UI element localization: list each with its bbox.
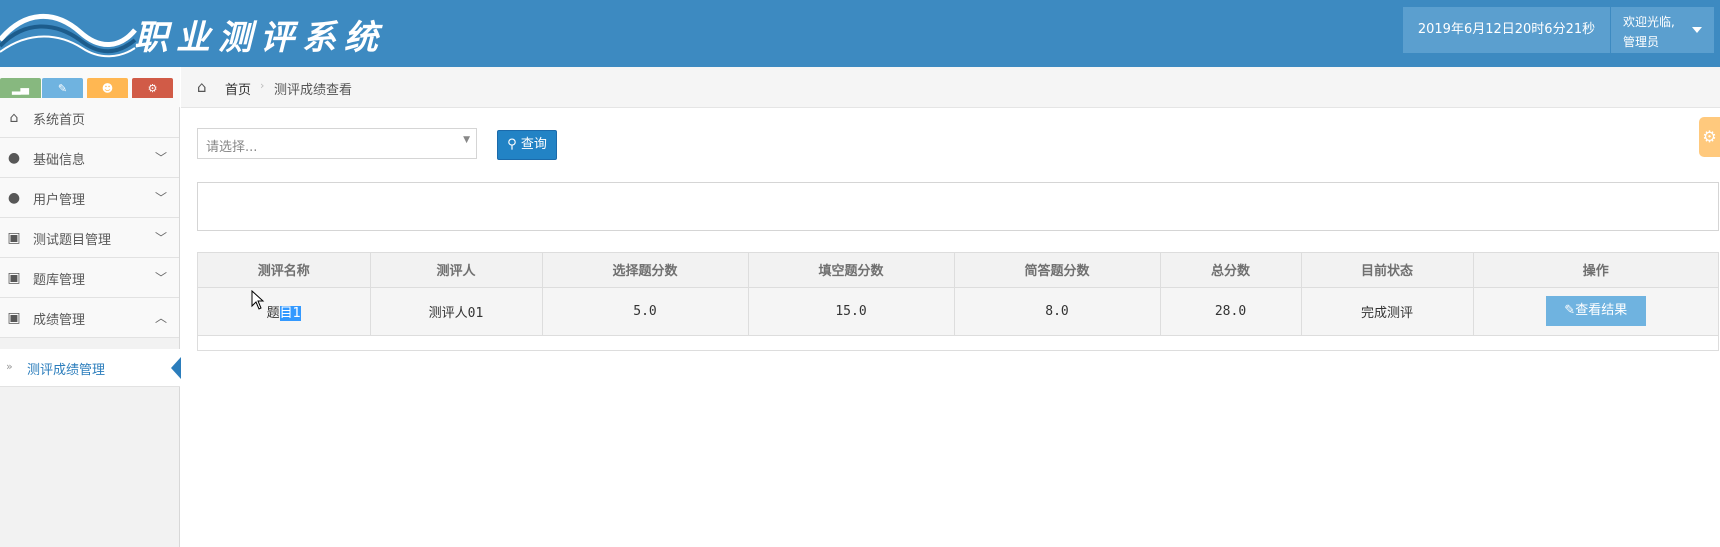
home-icon: ⌂ [9, 110, 19, 126]
cell-total-score: 28.0 [1160, 287, 1302, 336]
cell-person: 测评人01 [370, 287, 543, 336]
chevron-down-icon: ﹀ [154, 151, 167, 165]
mouse-cursor-icon [251, 290, 265, 310]
column-header: 测评名称 [198, 253, 371, 288]
edit-icon: ✎ [1564, 303, 1576, 318]
sidebar-item-basic-info[interactable]: ● 基础信息 ﹀ [0, 138, 179, 178]
column-header: 目前状态 [1301, 253, 1474, 288]
select-placeholder: 请选择... [206, 140, 258, 155]
user-icon: ● [7, 150, 21, 166]
breadcrumb: ⌂ 首页 › 测评成绩查看 [181, 67, 1720, 108]
sidebar-item-question-management[interactable]: ▣ 测试题目管理 ﹀ [0, 218, 179, 258]
column-header: 简答题分数 [954, 253, 1161, 288]
sidebar-item-home[interactable]: ⌂ 系统首页 [0, 98, 179, 138]
sidebar-subitem-assessment-scores[interactable]: » 测评成绩管理 [0, 349, 181, 387]
name-text-selected: 目1 [279, 305, 301, 321]
breadcrumb-current: 测评成绩查看 [274, 83, 353, 98]
table-header-row: 测评名称 测评人 选择题分数 填空题分数 简答题分数 总分数 目前状态 操作 [198, 253, 1718, 288]
chevron-down-icon: ﹀ [154, 191, 167, 205]
search-button-label: 查询 [520, 137, 547, 152]
empty-panel [197, 182, 1719, 231]
name-text: 题 [266, 305, 280, 321]
cell-choice-score: 5.0 [542, 287, 749, 336]
cogs-icon[interactable]: ⚙ [132, 78, 173, 100]
chevron-down-icon: ﹀ [154, 271, 167, 285]
settings-gear-icon[interactable]: ⚙ [1699, 117, 1720, 157]
sidebar-item-label: 系统首页 [33, 113, 86, 128]
cell-fill-score: 15.0 [748, 287, 955, 336]
cell-status: 完成测评 [1301, 287, 1474, 336]
wave-logo-icon [0, 13, 137, 58]
user-greeting: 欢迎光临, [1623, 15, 1675, 29]
sidebar-item-user-management[interactable]: ● 用户管理 ﹀ [0, 178, 179, 218]
search-icon: ⚲ [507, 137, 517, 152]
sidebar: ▂▄ ✎ ☻ ⚙ ⌂ 系统首页 ● 基础信息 ﹀ ● 用户管理 ﹀ ▣ 测试题目… [0, 67, 180, 547]
table-row: 题目1 测评人01 5.0 15.0 8.0 28.0 完成测评 ✎查看结果 [198, 287, 1718, 336]
search-button[interactable]: ⚲ 查询 [497, 130, 557, 160]
sidebar-item-label: 用户管理 [33, 193, 86, 208]
view-result-label: 查看结果 [1575, 303, 1628, 318]
user-icon: ● [7, 190, 21, 206]
cell-short-score: 8.0 [954, 287, 1161, 336]
pencil-icon[interactable]: ✎ [42, 78, 83, 100]
cell-action: ✎查看结果 [1473, 287, 1718, 336]
breadcrumb-home-link[interactable]: 首页 [225, 79, 251, 98]
column-header: 测评人 [370, 253, 543, 288]
sidebar-item-label: 题库管理 [33, 273, 86, 288]
column-header: 总分数 [1160, 253, 1302, 288]
chevron-down-icon: ﹀ [154, 231, 167, 245]
sidebar-item-score-management[interactable]: ▣ 成绩管理 ︿ [0, 298, 179, 338]
scores-table: 测评名称 测评人 选择题分数 填空题分数 简答题分数 总分数 目前状态 操作 题… [197, 252, 1719, 351]
picture-icon: ▣ [7, 230, 21, 246]
sidebar-item-label: 成绩管理 [33, 313, 86, 328]
sidebar-item-question-bank[interactable]: ▣ 题库管理 ﹀ [0, 258, 179, 298]
view-result-button[interactable]: ✎查看结果 [1545, 296, 1646, 326]
assessment-select[interactable]: 请选择... ▼ [197, 128, 477, 159]
users-icon[interactable]: ☻ [87, 78, 128, 100]
double-angle-right-icon: » [6, 360, 13, 373]
caret-down-icon [1692, 27, 1702, 33]
chevron-up-icon: ︿ [154, 311, 167, 325]
active-pointer-icon [171, 357, 181, 379]
app-title: 职业测评系统 [134, 18, 386, 58]
user-menu[interactable]: 欢迎光临, 管理员 [1611, 7, 1714, 53]
caret-down-icon: ▼ [463, 135, 470, 145]
column-header: 操作 [1473, 253, 1718, 288]
sidebar-item-label: 基础信息 [33, 153, 86, 168]
picture-icon: ▣ [7, 270, 21, 286]
app-logo[interactable]: 职业测评系统 [0, 0, 420, 67]
datetime-display: 2019年6月12日20时6分21秒 [1403, 7, 1610, 53]
column-header: 选择题分数 [542, 253, 749, 288]
sidebar-subitem-label: 测评成绩管理 [27, 363, 106, 378]
column-header: 填空题分数 [748, 253, 955, 288]
user-role: 管理员 [1623, 35, 1660, 49]
top-header: 职业测评系统 2019年6月12日20时6分21秒 欢迎光临, 管理员 [0, 0, 1720, 67]
chevron-right-icon: › [260, 79, 265, 92]
home-icon: ⌂ [197, 78, 207, 96]
picture-icon: ▣ [7, 310, 21, 326]
signal-icon[interactable]: ▂▄ [0, 78, 41, 100]
sidebar-item-label: 测试题目管理 [33, 233, 112, 248]
cell-assessment-name: 题目1 [198, 287, 371, 336]
